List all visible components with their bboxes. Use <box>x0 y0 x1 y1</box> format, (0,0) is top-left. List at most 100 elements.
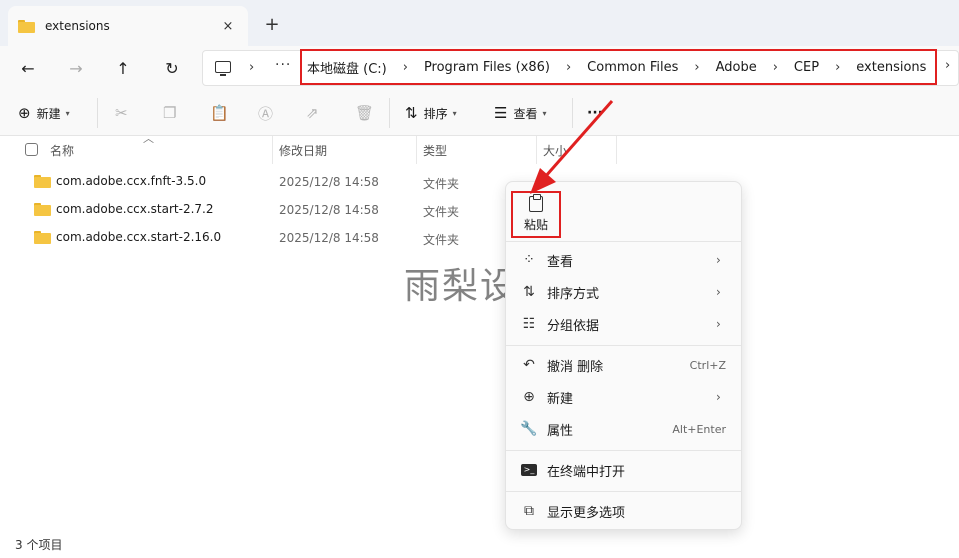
tab-title: extensions <box>45 19 110 33</box>
divider <box>506 241 741 242</box>
folder-icon <box>18 19 35 33</box>
menu-label: 在终端中打开 <box>547 464 626 480</box>
chevron-down-icon: ▾ <box>542 108 547 118</box>
file-date: 2025/12/8 14:58 <box>279 175 379 189</box>
column-header-row: ︿ 名称 修改日期 类型 大小 <box>0 132 959 164</box>
sort-ascending-icon: ︿ <box>143 132 154 145</box>
clipboard-icon: 📋 <box>210 104 229 122</box>
table-row[interactable]: com.adobe.ccx.start-2.16.0 2025/12/8 14:… <box>0 224 959 252</box>
chevron-right-icon[interactable]: › <box>566 60 571 75</box>
column-divider[interactable] <box>272 136 273 164</box>
chevron-right-icon[interactable]: › <box>945 58 950 73</box>
column-divider[interactable] <box>416 136 417 164</box>
column-divider[interactable] <box>536 136 537 164</box>
menu-item-group[interactable]: ☷ 分组依据 › <box>506 309 741 339</box>
select-all-checkbox[interactable] <box>25 143 38 156</box>
shortcut-label: Alt+Enter <box>672 422 726 436</box>
column-type[interactable]: 类型 <box>423 142 447 159</box>
table-row[interactable]: com.adobe.ccx.start-2.7.2 2025/12/8 14:5… <box>0 196 959 224</box>
this-pc-icon[interactable] <box>215 61 231 76</box>
menu-label: 撤消 删除 <box>547 359 604 375</box>
chevron-right-icon[interactable]: › <box>403 60 408 75</box>
group-list-icon: ☷ <box>522 316 536 332</box>
view-button[interactable]: ☰ 查看 ▾ <box>494 102 546 124</box>
folder-icon <box>34 174 51 188</box>
sort-label: 排序 <box>423 106 448 121</box>
shortcut-label: Ctrl+Z <box>689 358 726 372</box>
back-button[interactable]: ← <box>12 52 44 84</box>
breadcrumb-item[interactable]: Adobe <box>716 60 757 75</box>
collapsed-path-button[interactable]: ··· <box>275 57 291 73</box>
more-options-button[interactable]: ··· <box>587 102 603 124</box>
delete-button[interactable]: 🗑 <box>355 102 380 124</box>
item-count: 3 个项目 <box>15 538 63 552</box>
file-list: ︿ 名称 修改日期 类型 大小 com.adobe.ccx.fnft-3.5.0… <box>0 132 959 530</box>
divider <box>506 345 741 346</box>
tab-extensions[interactable]: extensions × <box>8 6 248 46</box>
chevron-right-icon[interactable]: › <box>249 60 254 75</box>
menu-item-undo-delete[interactable]: ↶ 撤消 删除 Ctrl+Z <box>506 350 741 380</box>
folder-icon <box>34 202 51 216</box>
menu-item-sort[interactable]: ⇅ 排序方式 › <box>506 277 741 307</box>
trash-icon: 🗑 <box>355 104 375 122</box>
cut-button[interactable]: ✂ <box>115 102 134 124</box>
copy-icon: ❐ <box>163 104 177 122</box>
menu-item-new[interactable]: ⊕ 新建 › <box>506 382 741 412</box>
divider <box>506 491 741 492</box>
divider <box>506 450 741 451</box>
column-divider[interactable] <box>616 136 617 164</box>
rename-button[interactable]: Ⓐ <box>258 102 279 124</box>
menu-item-properties[interactable]: 🔧 属性 Alt+Enter <box>506 414 741 444</box>
share-button[interactable]: ⇗ <box>306 102 325 124</box>
sort-button[interactable]: ⇅ 排序 ▾ <box>405 102 457 124</box>
menu-label: 新建 <box>547 391 574 407</box>
chevron-right-icon[interactable]: › <box>773 60 778 75</box>
file-name: com.adobe.ccx.fnft-3.5.0 <box>56 174 207 188</box>
chevron-right-icon[interactable]: › <box>835 60 840 75</box>
view-label: 查看 <box>513 106 538 121</box>
rename-icon: Ⓐ <box>258 104 274 123</box>
status-bar: 3 个项目 <box>0 530 959 558</box>
breadcrumb-item[interactable]: CEP <box>794 60 819 75</box>
breadcrumb-item[interactable]: extensions <box>856 60 926 75</box>
clipboard-icon <box>529 194 543 212</box>
column-size[interactable]: 大小 <box>543 142 567 159</box>
new-label: 新建 <box>36 106 61 121</box>
breadcrumb-item[interactable]: Program Files (x86) <box>424 60 550 75</box>
plus-circle-icon: ⊕ <box>18 104 31 122</box>
paste-button[interactable]: 📋 <box>210 102 235 124</box>
menu-label: 显示更多选项 <box>547 505 626 521</box>
divider <box>97 98 98 128</box>
new-tab-button[interactable]: + <box>260 12 284 36</box>
menu-label: 属性 <box>547 423 574 439</box>
column-date[interactable]: 修改日期 <box>279 142 327 159</box>
forward-button[interactable]: → <box>60 52 92 84</box>
chevron-right-icon: › <box>716 317 721 331</box>
share-icon: ⇗ <box>306 104 319 122</box>
list-view-icon: ☰ <box>494 104 508 122</box>
wrench-icon: 🔧 <box>520 421 538 437</box>
chevron-right-icon: › <box>716 253 721 267</box>
chevron-right-icon: › <box>716 285 721 299</box>
menu-label: 查看 <box>547 254 574 270</box>
sort-icon: ⇅ <box>405 104 418 122</box>
file-date: 2025/12/8 14:58 <box>279 203 379 217</box>
copy-button[interactable]: ❐ <box>163 102 182 124</box>
column-name[interactable]: 名称 <box>50 142 74 159</box>
paste-menu-button[interactable]: 粘贴 <box>511 191 561 238</box>
up-button[interactable]: ↑ <box>107 52 139 84</box>
file-name: com.adobe.ccx.start-2.16.0 <box>56 230 222 244</box>
menu-item-view[interactable]: ⁘ 查看 › <box>506 245 741 275</box>
paste-label: 粘贴 <box>523 218 548 232</box>
divider <box>572 98 573 128</box>
menu-item-open-terminal[interactable]: >_ 在终端中打开 <box>506 455 741 485</box>
close-tab-icon[interactable]: × <box>218 16 238 36</box>
table-row[interactable]: com.adobe.ccx.fnft-3.5.0 2025/12/8 14:58… <box>0 168 959 196</box>
chevron-right-icon[interactable]: › <box>694 60 699 75</box>
refresh-button[interactable]: ↻ <box>156 52 188 84</box>
breadcrumb-item[interactable]: 本地磁盘 (C:) <box>307 58 387 77</box>
breadcrumb-item[interactable]: Common Files <box>587 60 678 75</box>
menu-label: 排序方式 <box>547 286 600 302</box>
new-button[interactable]: ⊕ 新建 ▾ <box>18 102 70 124</box>
menu-item-show-more-options[interactable]: ⧉ 显示更多选项 <box>506 496 741 526</box>
